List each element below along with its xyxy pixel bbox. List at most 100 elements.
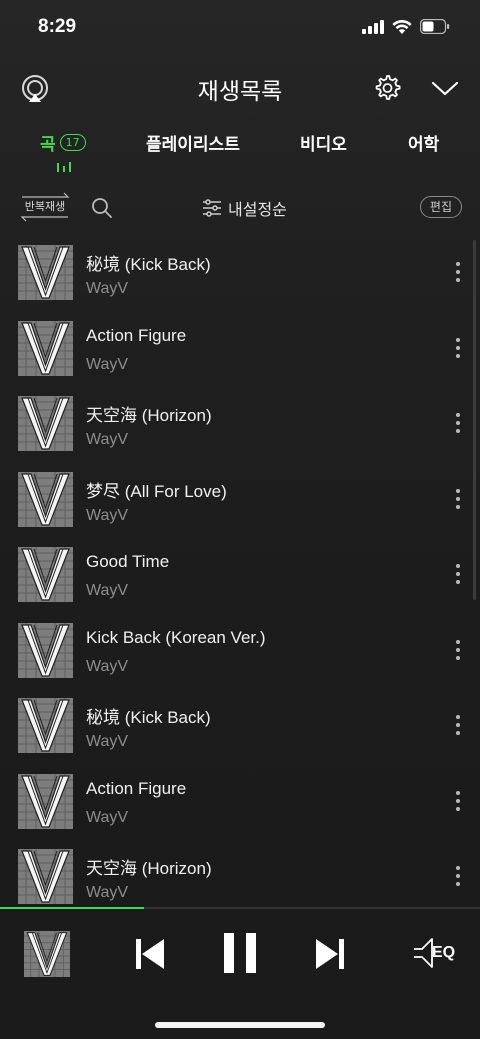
home-indicator[interactable] <box>155 1022 325 1028</box>
album-v-logo <box>18 622 73 678</box>
pause-button[interactable] <box>222 931 258 975</box>
song-title: Kick Back (Korean Ver.) <box>86 627 266 647</box>
more-options-button[interactable] <box>450 411 466 435</box>
header: 재생목록 <box>0 60 480 116</box>
sliders-icon <box>203 199 221 217</box>
song-title: 天空海 (Horizon) <box>86 406 212 425</box>
progress-fill <box>0 907 144 909</box>
song-row[interactable]: 天空海 (Horizon) WayV <box>0 387 480 462</box>
more-vertical-icon <box>456 866 460 886</box>
tab-language[interactable]: 어학 <box>408 130 439 155</box>
song-title: Good Time <box>86 552 170 571</box>
chevron-down-icon <box>431 81 459 96</box>
song-artist: WayV <box>86 808 129 826</box>
song-row[interactable]: Action Figure WayV <box>0 312 480 387</box>
more-options-button[interactable] <box>450 487 466 511</box>
signal-icon <box>362 19 384 34</box>
search-button[interactable] <box>90 196 114 220</box>
song-artist: WayV <box>86 431 129 448</box>
more-options-button[interactable] <box>450 789 466 813</box>
song-artist: WayV <box>86 582 129 599</box>
more-options-button[interactable] <box>450 260 466 284</box>
song-title: Action Figure <box>86 778 187 798</box>
page-title: 재생목록 <box>197 79 283 105</box>
song-title: 秘境 (Kick Back) <box>86 708 211 727</box>
song-row[interactable]: Good Time WayV <box>0 538 480 613</box>
tab-songs-label: 곡 <box>40 135 56 155</box>
edit-button[interactable]: 편집 <box>419 196 462 218</box>
more-vertical-icon <box>456 564 460 584</box>
album-art <box>18 471 73 527</box>
album-v-logo <box>18 547 73 602</box>
album-v-logo <box>24 931 70 977</box>
more-vertical-icon <box>456 488 460 509</box>
repeat-button[interactable]: 반복재생 <box>18 192 72 222</box>
more-vertical-icon <box>456 262 460 282</box>
song-row[interactable]: 秘境 (Kick Back) WayV <box>0 689 480 764</box>
more-vertical-icon <box>456 413 460 433</box>
album-v-logo <box>18 245 73 300</box>
song-title: 秘境 (Kick Back) <box>86 255 211 274</box>
battery-icon <box>420 19 450 34</box>
sort-label: 내설정순 <box>228 200 287 219</box>
album-art <box>18 698 73 753</box>
song-row[interactable]: 梦尽 (All For Love) WayV <box>0 463 480 538</box>
song-title: 梦尽 (All For Love) <box>86 481 227 501</box>
album-v-logo <box>18 396 73 451</box>
song-artist: WayV <box>86 506 129 524</box>
song-row[interactable]: Kick Back (Korean Ver.) WayV <box>0 614 480 689</box>
song-title: 天空海 (Horizon) <box>86 859 212 878</box>
skip-previous-icon <box>136 939 164 969</box>
album-v-logo <box>18 320 73 376</box>
more-options-button[interactable] <box>450 336 466 360</box>
repeat-label: 반복재생 <box>24 200 66 213</box>
album-art <box>18 245 73 300</box>
album-art <box>18 396 73 451</box>
next-button[interactable] <box>314 937 346 971</box>
more-vertical-icon <box>456 790 460 811</box>
previous-button[interactable] <box>134 937 166 971</box>
tab-videos[interactable]: 비디오 <box>300 130 347 155</box>
album-v-logo <box>18 773 73 829</box>
album-v-logo <box>18 471 73 527</box>
sort-button[interactable]: 내설정순 <box>202 196 287 220</box>
status-bar: 8:29 <box>0 0 480 56</box>
song-row[interactable]: Action Figure WayV <box>0 765 480 840</box>
more-options-button[interactable] <box>450 562 466 586</box>
album-art <box>18 320 73 376</box>
gear-icon <box>375 75 401 100</box>
song-artist: WayV <box>86 355 129 373</box>
more-vertical-icon <box>456 639 460 660</box>
collapse-button[interactable] <box>430 76 460 100</box>
now-playing-album-art[interactable] <box>24 931 70 977</box>
album-art <box>18 773 73 829</box>
tab-bar: 곡 17 플레이리스트 비디오 어학 <box>0 130 480 176</box>
song-row[interactable]: 秘境 (Kick Back) WayV <box>0 236 480 311</box>
pause-icon <box>224 933 256 973</box>
song-artist: WayV <box>86 733 129 750</box>
status-time: 8:29 <box>38 16 77 37</box>
album-art <box>18 547 73 602</box>
more-options-button[interactable] <box>450 864 466 888</box>
scrollbar[interactable] <box>473 240 476 600</box>
more-vertical-icon <box>456 337 460 358</box>
tab-songs[interactable]: 곡 17 <box>40 130 86 155</box>
album-v-logo <box>18 698 73 753</box>
mini-player: EQ <box>0 907 480 1039</box>
settings-button[interactable] <box>372 73 402 103</box>
album-art <box>18 622 73 678</box>
progress-track[interactable] <box>0 907 480 909</box>
status-icons <box>362 19 450 34</box>
more-options-button[interactable] <box>450 713 466 737</box>
tab-playlists[interactable]: 플레이리스트 <box>146 130 240 155</box>
song-list: 秘境 (Kick Back) WayV Action Figure WayV 天… <box>0 236 480 906</box>
list-toolbar: 반복재생 내설정순 편집 <box>0 188 480 228</box>
song-title: Action Figure <box>86 325 187 345</box>
album-v-logo <box>18 849 73 904</box>
album-art <box>18 849 73 904</box>
more-vertical-icon <box>456 715 460 735</box>
song-row[interactable]: 天空海 (Horizon) WayV <box>0 840 480 906</box>
more-options-button[interactable] <box>450 638 466 662</box>
song-artist: WayV <box>86 657 129 675</box>
equalizer-button[interactable]: EQ <box>412 937 458 969</box>
